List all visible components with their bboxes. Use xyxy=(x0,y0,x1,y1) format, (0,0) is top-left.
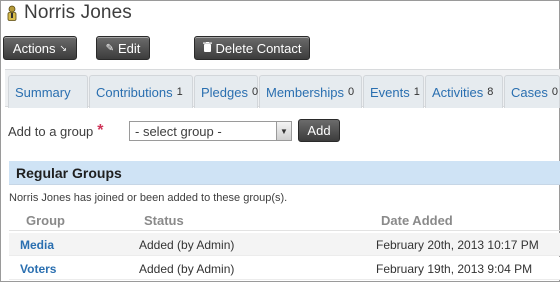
group-date-added: February 19th, 2013 9:04 PM xyxy=(376,262,533,276)
regular-groups-description: Norris Jones has joined or been added to… xyxy=(9,192,288,204)
tab-label: Events xyxy=(370,84,410,100)
contact-name: Norris Jones xyxy=(24,2,132,23)
table-row: Voters Added (by Admin) February 19th, 2… xyxy=(9,257,560,280)
tab-label: Contributions xyxy=(96,84,173,100)
group-select[interactable]: - select group - ▼ xyxy=(129,121,292,141)
required-marker: * xyxy=(97,122,104,139)
tab-label: Activities xyxy=(432,84,484,100)
tab-count: 1 xyxy=(176,86,183,98)
add-to-group-label: Add to a group xyxy=(8,123,94,139)
contact-header: Norris Jones xyxy=(6,0,132,26)
add-group-button[interactable]: Add xyxy=(298,119,340,142)
tab-activities[interactable]: Activities 8 xyxy=(425,75,503,108)
group-status: Added (by Admin) xyxy=(139,262,235,276)
edit-button[interactable]: ✎ Edit xyxy=(96,36,150,60)
regular-groups-header: Regular Groups xyxy=(9,161,560,185)
tab-count: 0 xyxy=(348,86,355,98)
edit-label: Edit xyxy=(117,40,141,56)
groups-table-header: Group Status Date Added xyxy=(9,209,560,231)
tab-label: Summary xyxy=(15,84,71,100)
tab-memberships[interactable]: Memberships 0 xyxy=(259,75,362,108)
tab-contributions[interactable]: Contributions 1 xyxy=(89,75,193,108)
tab-count: 0 xyxy=(251,86,259,98)
actions-button[interactable]: Actions ↘ xyxy=(3,36,77,60)
pencil-icon: ✎ xyxy=(105,42,114,54)
group-select-value: - select group - xyxy=(135,123,222,139)
tab-cases[interactable]: Cases 0 xyxy=(504,75,560,108)
tab-pledges[interactable]: Pledges 0 xyxy=(194,75,258,108)
tab-summary[interactable]: Summary xyxy=(8,75,88,108)
tab-label: Pledges xyxy=(201,84,248,100)
group-link[interactable]: Media xyxy=(20,238,54,252)
column-status[interactable]: Status xyxy=(144,213,184,228)
group-link[interactable]: Voters xyxy=(20,262,56,276)
arrow-down-right-icon: ↘ xyxy=(59,42,68,53)
actions-label: Actions xyxy=(12,40,56,56)
tab-count: 1 xyxy=(413,86,420,98)
person-icon xyxy=(6,5,18,21)
delete-label: Delete Contact xyxy=(215,40,302,56)
column-date-added[interactable]: Date Added xyxy=(381,213,453,228)
column-group[interactable]: Group xyxy=(26,213,65,228)
contact-tabs: Summary Contributions 1 Pledges 0 Member… xyxy=(5,69,560,108)
delete-contact-button[interactable]: Delete Contact xyxy=(194,36,310,60)
tab-count: 8 xyxy=(487,86,494,98)
tab-label: Cases xyxy=(511,84,548,100)
tab-events[interactable]: Events 1 xyxy=(363,75,424,108)
trash-icon xyxy=(202,41,212,55)
chevron-down-icon: ▼ xyxy=(276,122,291,140)
tab-label: Memberships xyxy=(266,84,345,100)
tab-count: 0 xyxy=(551,86,558,98)
group-status: Added (by Admin) xyxy=(139,238,235,252)
add-to-group-row: Add to a group * xyxy=(8,120,104,142)
group-date-added: February 20th, 2013 10:17 PM xyxy=(376,238,539,252)
table-row: Media Added (by Admin) February 20th, 20… xyxy=(9,233,560,256)
